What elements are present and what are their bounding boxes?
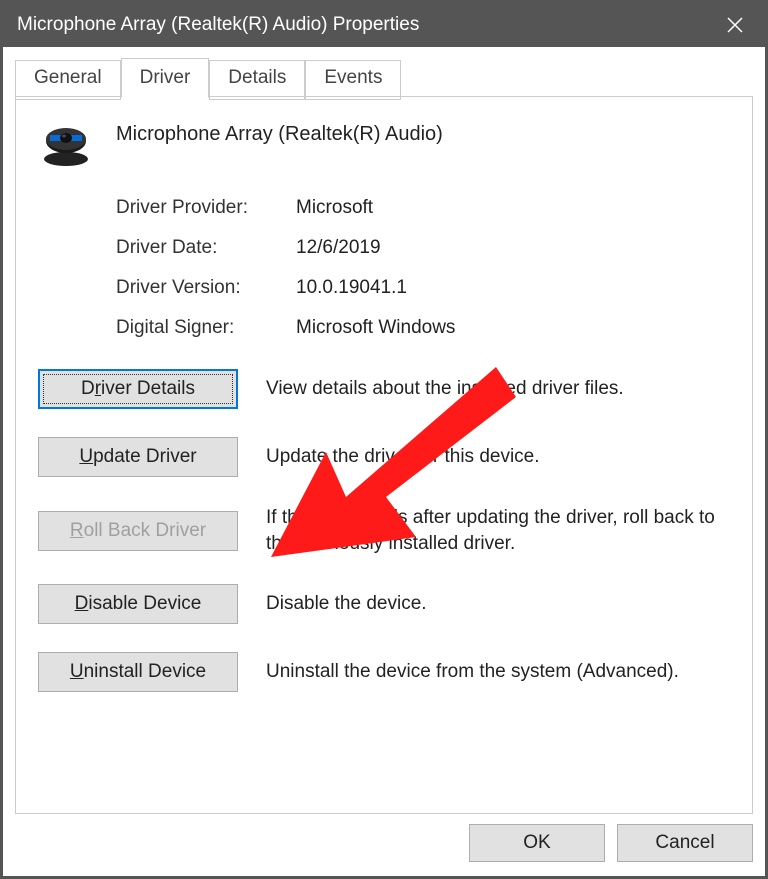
webcam-icon <box>38 121 94 169</box>
device-name-label: Microphone Array (Realtek(R) Audio) <box>116 117 443 146</box>
rollback-driver-button: Roll Back Driver <box>38 511 238 551</box>
disable-device-row: Disable Device Disable the device. <box>38 584 730 624</box>
window-title: Microphone Array (Realtek(R) Audio) Prop… <box>17 14 705 36</box>
rollback-driver-desc: If the device fails after updating the d… <box>266 505 730 556</box>
driver-date-row: Driver Date: 12/6/2019 <box>116 237 730 259</box>
titlebar: Microphone Array (Realtek(R) Audio) Prop… <box>3 3 765 47</box>
close-button[interactable] <box>705 3 765 47</box>
tab-content-driver: Microphone Array (Realtek(R) Audio) Driv… <box>15 97 753 814</box>
disable-device-desc: Disable the device. <box>266 591 730 617</box>
tab-driver[interactable]: Driver <box>121 58 210 98</box>
tab-details[interactable]: Details <box>209 60 305 100</box>
uninstall-device-row: Uninstall Device Uninstall the device fr… <box>38 652 730 692</box>
driver-date-value: 12/6/2019 <box>296 237 381 259</box>
driver-info-block: Driver Provider: Microsoft Driver Date: … <box>38 197 730 339</box>
uninstall-device-desc: Uninstall the device from the system (Ad… <box>266 659 730 685</box>
driver-provider-label: Driver Provider: <box>116 197 296 219</box>
driver-details-desc: View details about the installed driver … <box>266 376 730 402</box>
dialog-buttons: OK Cancel <box>3 814 765 876</box>
tab-general[interactable]: General <box>15 60 121 100</box>
ok-button[interactable]: OK <box>469 824 605 862</box>
digital-signer-value: Microsoft Windows <box>296 317 455 339</box>
driver-details-button[interactable]: Driver Details <box>38 369 238 409</box>
close-icon <box>727 17 743 33</box>
update-driver-button[interactable]: Update Driver <box>38 437 238 477</box>
properties-window: Microphone Array (Realtek(R) Audio) Prop… <box>0 0 768 879</box>
driver-version-value: 10.0.19041.1 <box>296 277 407 299</box>
driver-details-row: Driver Details View details about the in… <box>38 369 730 409</box>
uninstall-device-button[interactable]: Uninstall Device <box>38 652 238 692</box>
driver-provider-value: Microsoft <box>296 197 373 219</box>
digital-signer-row: Digital Signer: Microsoft Windows <box>116 317 730 339</box>
driver-version-label: Driver Version: <box>116 277 296 299</box>
driver-provider-row: Driver Provider: Microsoft <box>116 197 730 219</box>
cancel-button[interactable]: Cancel <box>617 824 753 862</box>
disable-device-button[interactable]: Disable Device <box>38 584 238 624</box>
update-driver-row: Update Driver Update the driver for this… <box>38 437 730 477</box>
device-header: Microphone Array (Realtek(R) Audio) <box>38 117 730 169</box>
update-driver-desc: Update the driver for this device. <box>266 444 730 470</box>
driver-date-label: Driver Date: <box>116 237 296 259</box>
tab-bar: General Driver Details Events <box>3 47 765 97</box>
digital-signer-label: Digital Signer: <box>116 317 296 339</box>
driver-version-row: Driver Version: 10.0.19041.1 <box>116 277 730 299</box>
rollback-driver-row: Roll Back Driver If the device fails aft… <box>38 505 730 556</box>
tab-events[interactable]: Events <box>305 60 401 100</box>
